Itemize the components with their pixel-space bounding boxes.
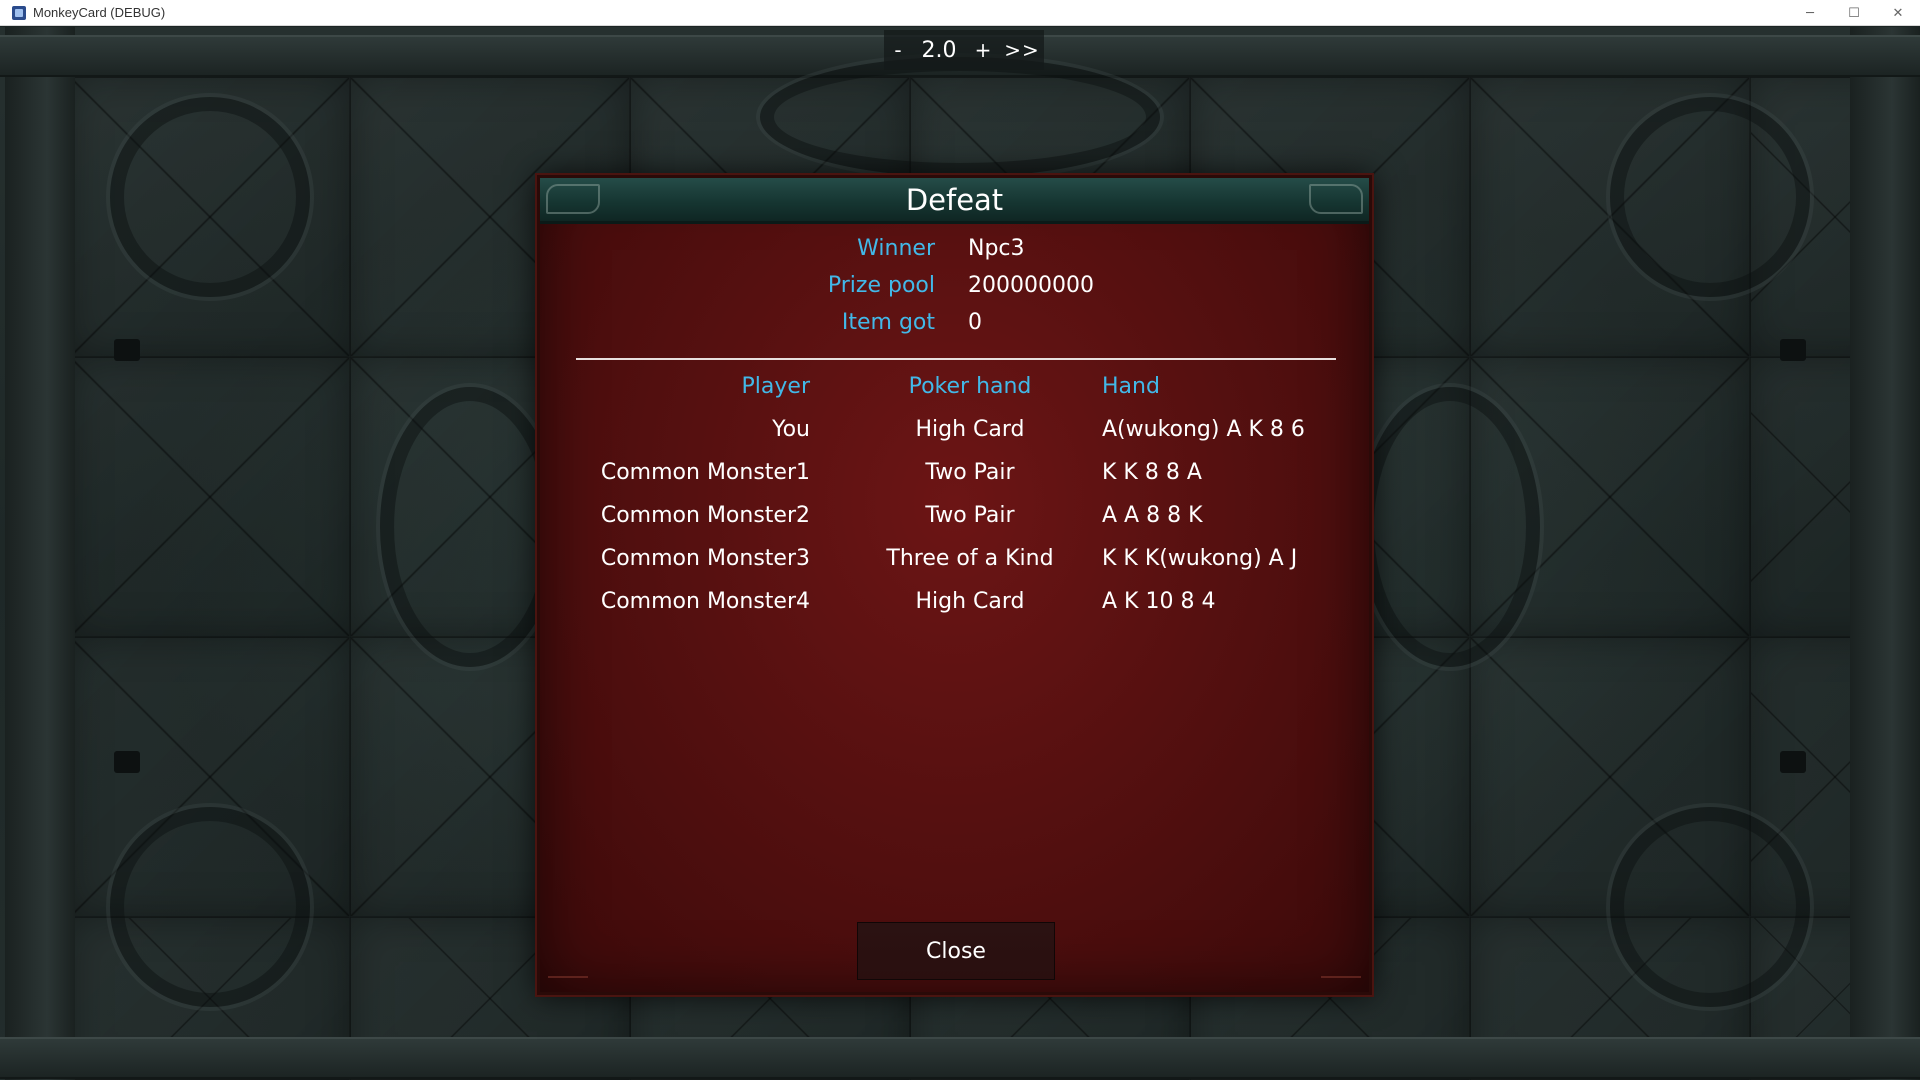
header-ornament-icon	[546, 184, 600, 214]
table-row: Common Monster1 Two Pair K K 8 8 A	[540, 460, 1369, 496]
carved-scroll-ornament	[110, 97, 310, 297]
column-header-player: Player	[741, 374, 810, 399]
stone-frame-right	[1850, 27, 1920, 1080]
prize-pool-value: 200000000	[968, 273, 1094, 298]
summary-row-item-got: Item got 0	[540, 310, 1369, 344]
player-name: Common Monster1	[600, 460, 810, 485]
dialog-title: Defeat	[905, 182, 1004, 217]
prize-pool-label: Prize pool	[827, 273, 935, 298]
player-name: You	[772, 417, 810, 442]
speed-value: 2.0	[921, 37, 957, 63]
table-header: Player Poker hand Hand	[540, 374, 1369, 410]
close-window-button[interactable]: ✕	[1876, 0, 1920, 26]
carved-scroll-ornament	[380, 387, 560, 667]
column-header-hand: Hand	[1102, 374, 1160, 399]
stone-notch	[114, 339, 140, 361]
carved-scroll-ornament	[760, 57, 1160, 177]
maximize-button[interactable]: ☐	[1832, 0, 1876, 26]
result-dialog: Defeat Winner Npc3 Prize pool 200000000 …	[537, 175, 1372, 995]
winner-label: Winner	[857, 236, 935, 261]
header-ornament-icon	[1309, 184, 1363, 214]
hand-cards: A A 8 8 K	[1102, 503, 1203, 528]
table-row: Common Monster4 High Card A K 10 8 4	[540, 589, 1369, 625]
carved-scroll-ornament	[1610, 807, 1810, 1007]
stone-notch	[114, 751, 140, 773]
poker-hand: High Card	[915, 589, 1025, 614]
hand-cards: A K 10 8 4	[1102, 589, 1216, 614]
table-row: Common Monster2 Two Pair A A 8 8 K	[540, 503, 1369, 539]
hand-cards: A(wukong) A K 8 6	[1102, 417, 1305, 442]
winner-value: Npc3	[968, 236, 1025, 261]
minimize-button[interactable]: ─	[1788, 0, 1832, 26]
player-name: Common Monster2	[600, 503, 810, 528]
summary-row-winner: Winner Npc3	[540, 236, 1369, 270]
window-controls: ─ ☐ ✕	[1788, 0, 1920, 25]
stone-frame-left	[5, 27, 75, 1080]
stone-frame-bottom	[0, 1037, 1920, 1079]
stone-tile	[70, 357, 350, 637]
player-name: Common Monster4	[600, 589, 810, 614]
carved-scroll-ornament	[1610, 97, 1810, 297]
poker-hand: High Card	[915, 417, 1025, 442]
summary-row-prize-pool: Prize pool 200000000	[540, 273, 1369, 307]
bottom-ornament-icon	[548, 976, 588, 990]
bottom-ornament-icon	[1321, 976, 1361, 990]
divider	[576, 358, 1336, 360]
table-row: Common Monster3 Three of a Kind K K K(wu…	[540, 546, 1369, 582]
poker-hand: Three of a Kind	[886, 546, 1054, 571]
column-header-poker-hand: Poker hand	[908, 374, 1032, 399]
hand-cards: K K K(wukong) A J	[1102, 546, 1298, 571]
speed-increase-button[interactable]: +	[966, 38, 1000, 62]
stone-notch	[1780, 339, 1806, 361]
carved-scroll-ornament	[110, 807, 310, 1007]
window-title: MonkeyCard (DEBUG)	[33, 5, 166, 20]
item-got-value: 0	[968, 310, 982, 335]
stone-notch	[1780, 751, 1806, 773]
hand-cards: K K 8 8 A	[1102, 460, 1202, 485]
poker-hand: Two Pair	[925, 503, 1015, 528]
poker-hand: Two Pair	[925, 460, 1015, 485]
game-speed-control: - 2.0 + >>	[884, 30, 1044, 70]
app-icon	[12, 5, 26, 20]
item-got-label: Item got	[841, 310, 935, 335]
player-name: Common Monster3	[600, 546, 810, 571]
window-titlebar: MonkeyCard (DEBUG) ─ ☐ ✕	[0, 0, 1920, 26]
dialog-header: Defeat	[540, 178, 1369, 224]
close-button[interactable]: Close	[857, 922, 1055, 980]
fast-forward-button[interactable]: >>	[1000, 38, 1044, 62]
speed-decrease-button[interactable]: -	[884, 38, 912, 62]
carved-scroll-ornament	[1360, 387, 1540, 667]
table-row: You High Card A(wukong) A K 8 6	[540, 417, 1369, 453]
